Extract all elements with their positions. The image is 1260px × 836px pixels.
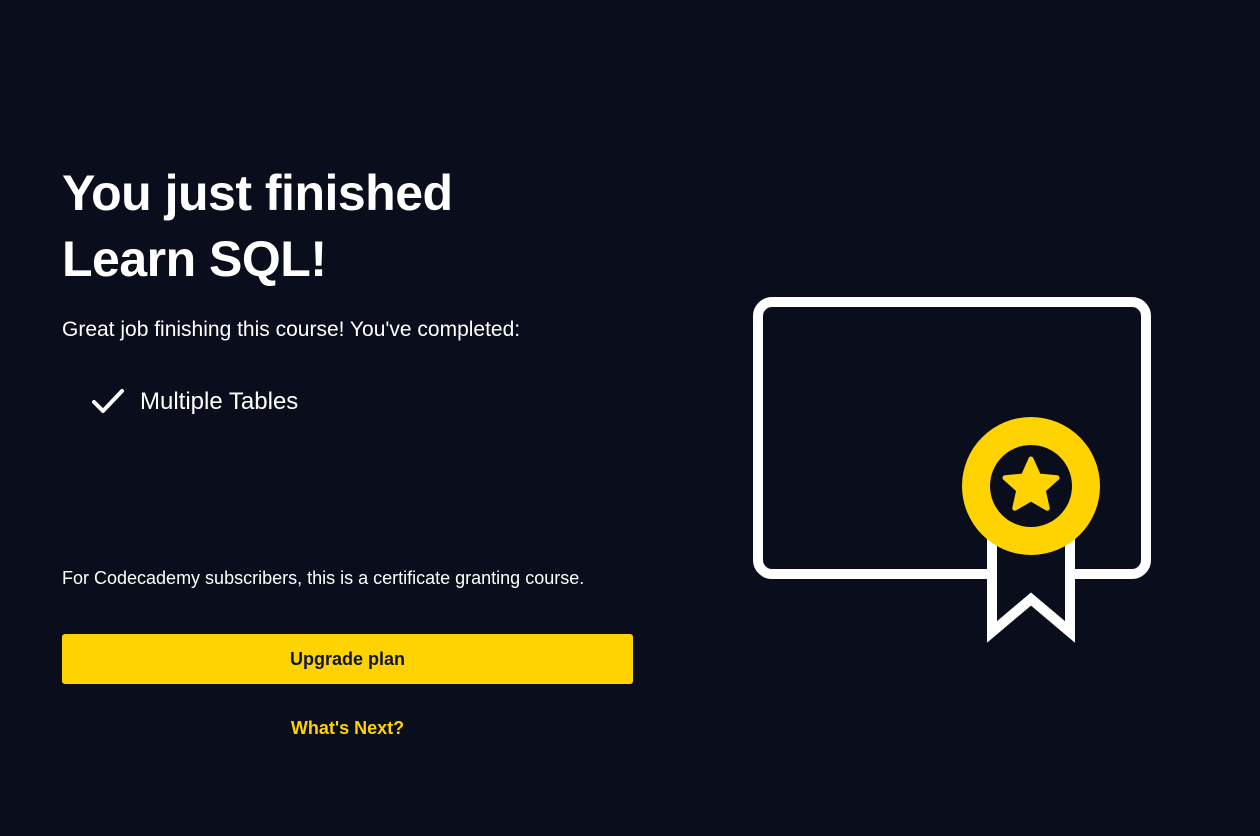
- subscribers-note: For Codecademy subscribers, this is a ce…: [62, 568, 585, 588]
- certificate-icon: [753, 297, 1151, 643]
- completed-list: Multiple Tables: [91, 384, 298, 420]
- upgrade-plan-button[interactable]: Upgrade plan: [62, 634, 633, 684]
- page-title-line-2: Learn SQL!: [62, 231, 327, 287]
- page-title-line-1: You just finished: [62, 165, 453, 221]
- completed-item-label: Multiple Tables: [140, 388, 299, 415]
- page-title: You just finished Learn SQL!: [62, 160, 453, 292]
- intro-text: Great job finishing this course! You've …: [62, 318, 521, 341]
- certificate-frame: [753, 297, 1151, 579]
- completion-panel: You just finished Learn SQL! Great job f…: [62, 0, 634, 836]
- check-icon: [92, 389, 124, 413]
- whats-next-link[interactable]: What's Next?: [62, 714, 633, 742]
- completed-item: Multiple Tables: [91, 384, 298, 420]
